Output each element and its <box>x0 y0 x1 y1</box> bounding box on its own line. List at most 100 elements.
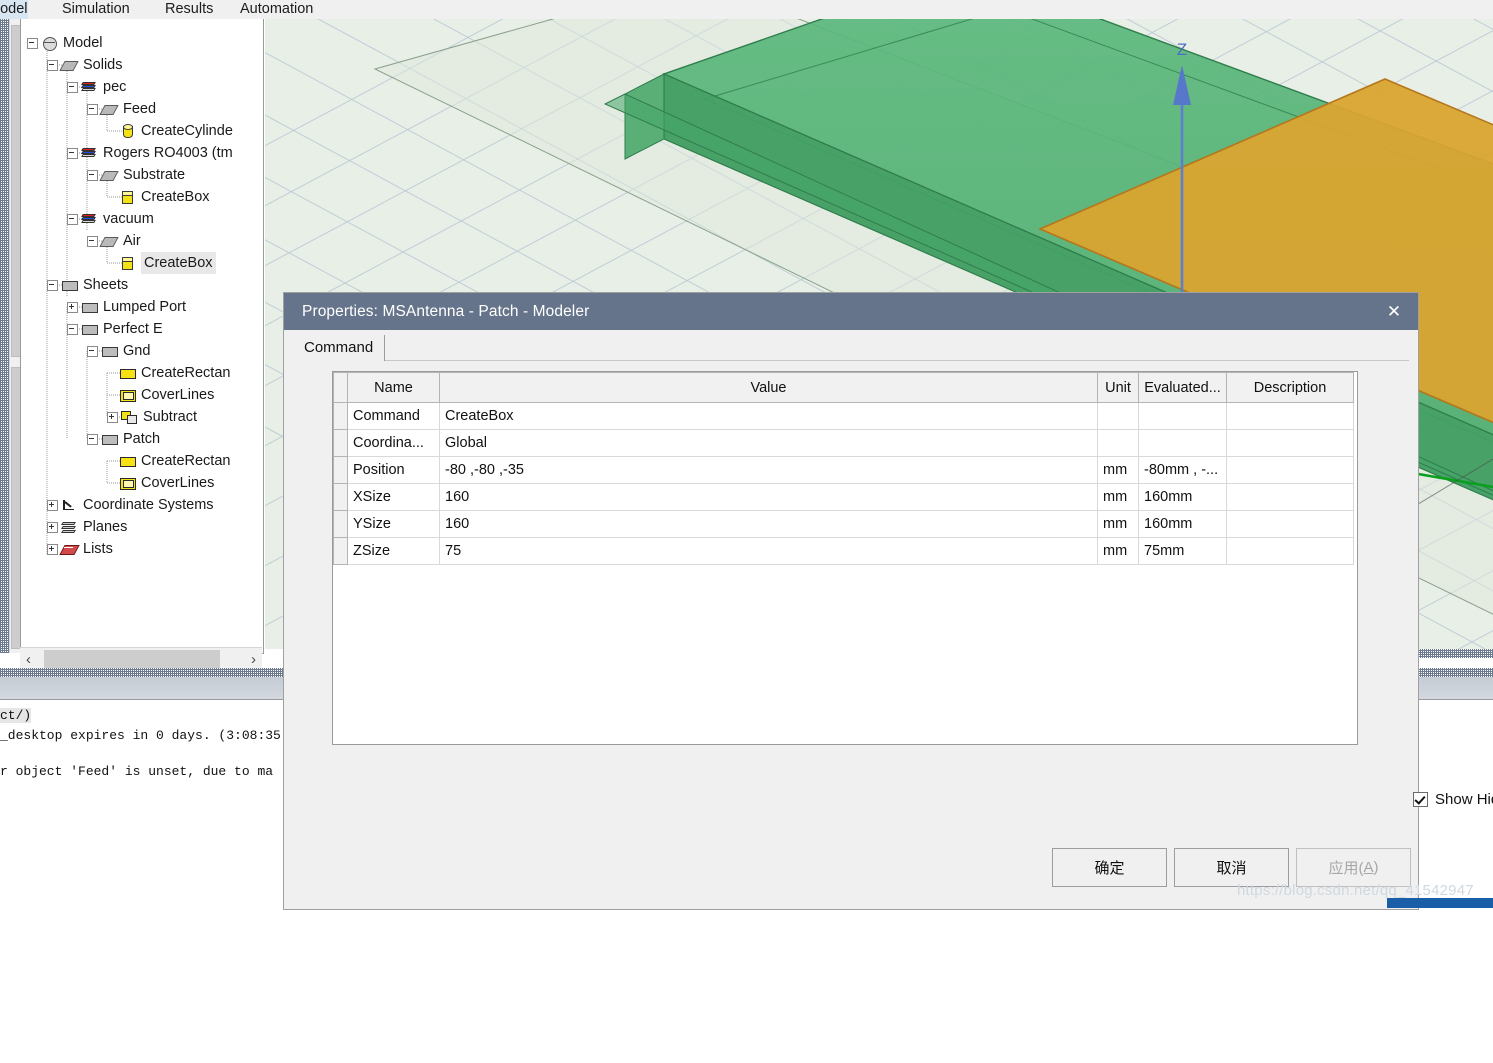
menu-item-results[interactable]: Results <box>165 0 213 19</box>
expand-icon[interactable] <box>47 521 58 533</box>
scroll-right-arrow[interactable]: › <box>245 648 262 670</box>
column-header-description[interactable]: Description <box>1226 372 1354 403</box>
collapse-icon[interactable] <box>47 279 58 291</box>
tree-item-createbox[interactable]: CreateBox <box>107 186 210 208</box>
collapse-icon[interactable] <box>47 59 58 71</box>
collapse-icon[interactable] <box>67 323 78 335</box>
properties-grid[interactable]: Name Value Unit Evaluated... Description… <box>332 371 1358 745</box>
column-header-evaluated[interactable]: Evaluated... <box>1138 372 1227 403</box>
column-header-name[interactable]: Name <box>347 372 440 403</box>
collapse-icon[interactable] <box>27 37 38 49</box>
cell-name: YSize <box>347 510 440 538</box>
tree-item-perfect-e[interactable]: Perfect E <box>67 318 163 340</box>
ok-button[interactable]: 确定 <box>1052 848 1167 887</box>
collapse-icon[interactable] <box>67 213 78 225</box>
tree-item-label: CreateRectan <box>141 365 231 381</box>
console-line: _desktop expires in 0 days. (3:08:35 <box>0 728 281 743</box>
collapse-icon[interactable] <box>67 147 78 159</box>
cell-description[interactable] <box>1226 537 1354 565</box>
expand-icon[interactable] <box>67 301 78 313</box>
scroll-left-arrow[interactable]: ‹ <box>20 648 37 670</box>
menu-item-automation[interactable]: Automation <box>240 0 313 19</box>
row-handle[interactable] <box>333 537 348 565</box>
column-header-unit[interactable]: Unit <box>1097 372 1139 403</box>
tree-item-air[interactable]: Air <box>87 230 141 252</box>
tree-item-coordinate-systems[interactable]: Coordinate Systems <box>47 494 214 516</box>
tree-item-createbox[interactable]: CreateBox <box>107 252 216 274</box>
tree-item-createcylinde[interactable]: CreateCylinde <box>107 120 233 142</box>
tree-item-rogers-ro4003-tm[interactable]: Rogers RO4003 (tm <box>67 142 233 164</box>
cell-evaluated: 160mm <box>1138 510 1227 538</box>
row-handle[interactable] <box>333 483 348 511</box>
cell-value[interactable]: -80 ,-80 ,-35 <box>439 456 1098 484</box>
column-header-handle <box>333 372 348 403</box>
table-row[interactable]: Position -80 ,-80 ,-35 mm -80mm , -... <box>333 456 1354 484</box>
outer-vertical-scrollbar[interactable] <box>9 19 21 653</box>
cell-evaluated: 75mm <box>1138 537 1227 565</box>
cell-description[interactable] <box>1226 483 1354 511</box>
tree-item-sheets[interactable]: Sheets <box>47 274 128 296</box>
tree-item-vacuum[interactable]: vacuum <box>67 208 154 230</box>
table-row[interactable]: Coordina... Global <box>333 429 1354 457</box>
tree-item-pec[interactable]: pec <box>67 76 126 98</box>
row-handle[interactable] <box>333 456 348 484</box>
collapse-icon[interactable] <box>87 103 98 115</box>
sheet-icon <box>81 322 98 337</box>
row-handle[interactable] <box>333 510 348 538</box>
collapse-icon[interactable] <box>87 345 98 357</box>
cell-description[interactable] <box>1226 402 1354 430</box>
row-handle[interactable] <box>333 429 348 457</box>
tree-item-label: CreateBox <box>141 252 216 274</box>
tree-item-coverlines[interactable]: CoverLines <box>107 472 214 494</box>
tree-item-solids[interactable]: Solids <box>47 54 123 76</box>
tree-item-feed[interactable]: Feed <box>87 98 156 120</box>
tree-item-patch[interactable]: Patch <box>87 428 160 450</box>
collapse-icon[interactable] <box>87 235 98 247</box>
menu-item-model[interactable]: Model <box>0 0 28 19</box>
table-row[interactable]: Command CreateBox <box>333 402 1354 430</box>
tab-command[interactable]: Command <box>293 335 386 361</box>
cell-description[interactable] <box>1226 510 1354 538</box>
scrollbar-thumb-horizontal[interactable] <box>44 650 220 668</box>
collapse-icon[interactable] <box>67 81 78 93</box>
collapse-icon[interactable] <box>87 169 98 181</box>
tree-item-gnd[interactable]: Gnd <box>87 340 150 362</box>
table-row[interactable]: ZSize 75 mm 75mm <box>333 537 1354 565</box>
expand-icon[interactable] <box>47 499 58 511</box>
tree-item-lists[interactable]: Lists <box>47 538 113 560</box>
sheet-icon <box>101 344 118 359</box>
collapse-icon[interactable] <box>87 433 98 445</box>
tree-item-createrectan[interactable]: CreateRectan <box>107 362 230 384</box>
tree-item-subtract[interactable]: Subtract <box>107 406 197 428</box>
menu-item-simulation[interactable]: Simulation <box>62 0 130 19</box>
cell-value[interactable]: Global <box>439 429 1098 457</box>
tree-item-substrate[interactable]: Substrate <box>87 164 185 186</box>
tree-horizontal-scrollbar[interactable]: ‹ › <box>20 647 262 670</box>
checkbox-box[interactable] <box>1413 792 1428 807</box>
show-hidden-checkbox[interactable]: Show Hidden <box>1413 791 1493 808</box>
cell-value[interactable]: 160 <box>439 510 1098 538</box>
tree-item-planes[interactable]: Planes <box>47 516 127 538</box>
left-splitter-strip[interactable] <box>0 19 9 653</box>
tree-item-lumped-port[interactable]: Lumped Port <box>67 296 186 318</box>
table-row[interactable]: XSize 160 mm 160mm <box>333 483 1354 511</box>
expand-icon[interactable] <box>107 411 118 423</box>
close-icon[interactable]: ✕ <box>1370 293 1418 330</box>
dialog-title-bar[interactable]: Properties: MSAntenna - Patch - Modeler … <box>284 293 1418 330</box>
project-tree[interactable]: Model Solids pec Feed CreateCylinde Rogers RO… <box>21 19 263 653</box>
cell-unit: mm <box>1097 537 1139 565</box>
cell-value[interactable]: CreateBox <box>439 402 1098 430</box>
cell-description[interactable] <box>1226 456 1354 484</box>
cell-value[interactable]: 75 <box>439 537 1098 565</box>
expand-icon[interactable] <box>47 543 58 555</box>
project-tree-panel: Model Solids pec Feed CreateCylinde Rogers RO… <box>20 19 264 654</box>
tree-item-createrectan[interactable]: CreateRectan <box>107 450 230 472</box>
cell-description[interactable] <box>1226 429 1354 457</box>
row-handle[interactable] <box>333 402 348 430</box>
table-row[interactable]: YSize 160 mm 160mm <box>333 510 1354 538</box>
tree-item-model[interactable]: Model <box>27 32 103 54</box>
column-header-value[interactable]: Value <box>439 372 1098 403</box>
tree-item-coverlines[interactable]: CoverLines <box>107 384 214 406</box>
cell-value[interactable]: 160 <box>439 483 1098 511</box>
taskbar-sliver <box>1387 898 1493 908</box>
